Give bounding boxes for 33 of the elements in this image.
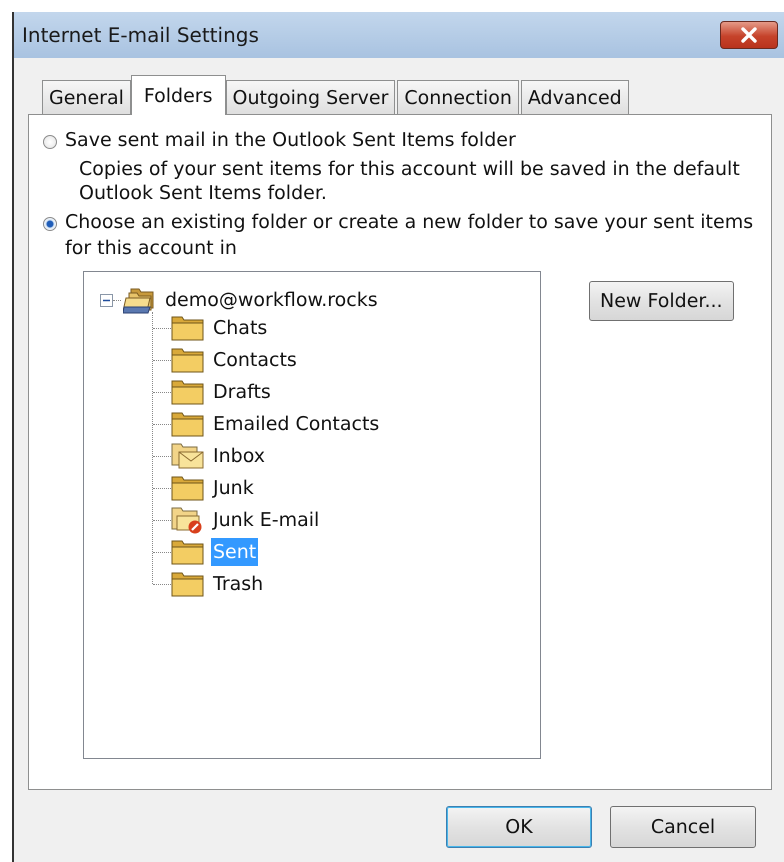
folder-name[interactable]: Junk — [211, 474, 256, 502]
option-label[interactable]: Save sent mail in the Outlook Sent Items folder — [65, 127, 516, 153]
folder-icon — [171, 378, 205, 406]
radio-button[interactable] — [43, 217, 57, 231]
account-name[interactable]: demo@workflow.rocks — [163, 286, 380, 314]
folder-icon — [171, 474, 205, 502]
tab[interactable]: Connection — [397, 80, 519, 114]
folder-name[interactable]: Trash — [211, 570, 266, 598]
folder-name[interactable]: Contacts — [211, 346, 299, 374]
envelope-folder-icon — [171, 442, 205, 470]
folder-name[interactable]: Junk E-mail — [211, 506, 322, 534]
dialog-button[interactable]: OK — [446, 806, 592, 848]
folder-icon — [171, 570, 205, 598]
folder-name[interactable]: Inbox — [211, 442, 267, 470]
option-description: Copies of your sent items for this account will be saved in the default Outlook Sent Items folder. — [79, 157, 741, 205]
folder-name[interactable]: Chats — [211, 314, 270, 342]
radio-button[interactable] — [43, 135, 57, 149]
folder-icon — [171, 410, 205, 438]
folder-icon — [171, 314, 205, 342]
folder-icon — [171, 346, 205, 374]
close-button[interactable] — [720, 21, 778, 49]
tab[interactable]: General — [42, 80, 131, 114]
tab[interactable]: Outgoing Server — [226, 80, 396, 114]
tab[interactable]: Advanced — [520, 80, 629, 114]
window-title: Internet E-mail Settings — [22, 23, 259, 47]
dialog-button[interactable]: Cancel — [610, 806, 756, 848]
collapse-toggle[interactable] — [100, 294, 113, 306]
new-folder-button[interactable]: New Folder... — [589, 281, 734, 321]
option-label[interactable]: Choose an existing folder or create a new folder to save your sent items for this account in — [65, 209, 757, 261]
folder-name[interactable]: Emailed Contacts — [211, 410, 382, 438]
folder-icon — [171, 538, 205, 566]
tab[interactable]: Folders — [130, 75, 226, 115]
folder-name[interactable]: Drafts — [211, 378, 273, 406]
